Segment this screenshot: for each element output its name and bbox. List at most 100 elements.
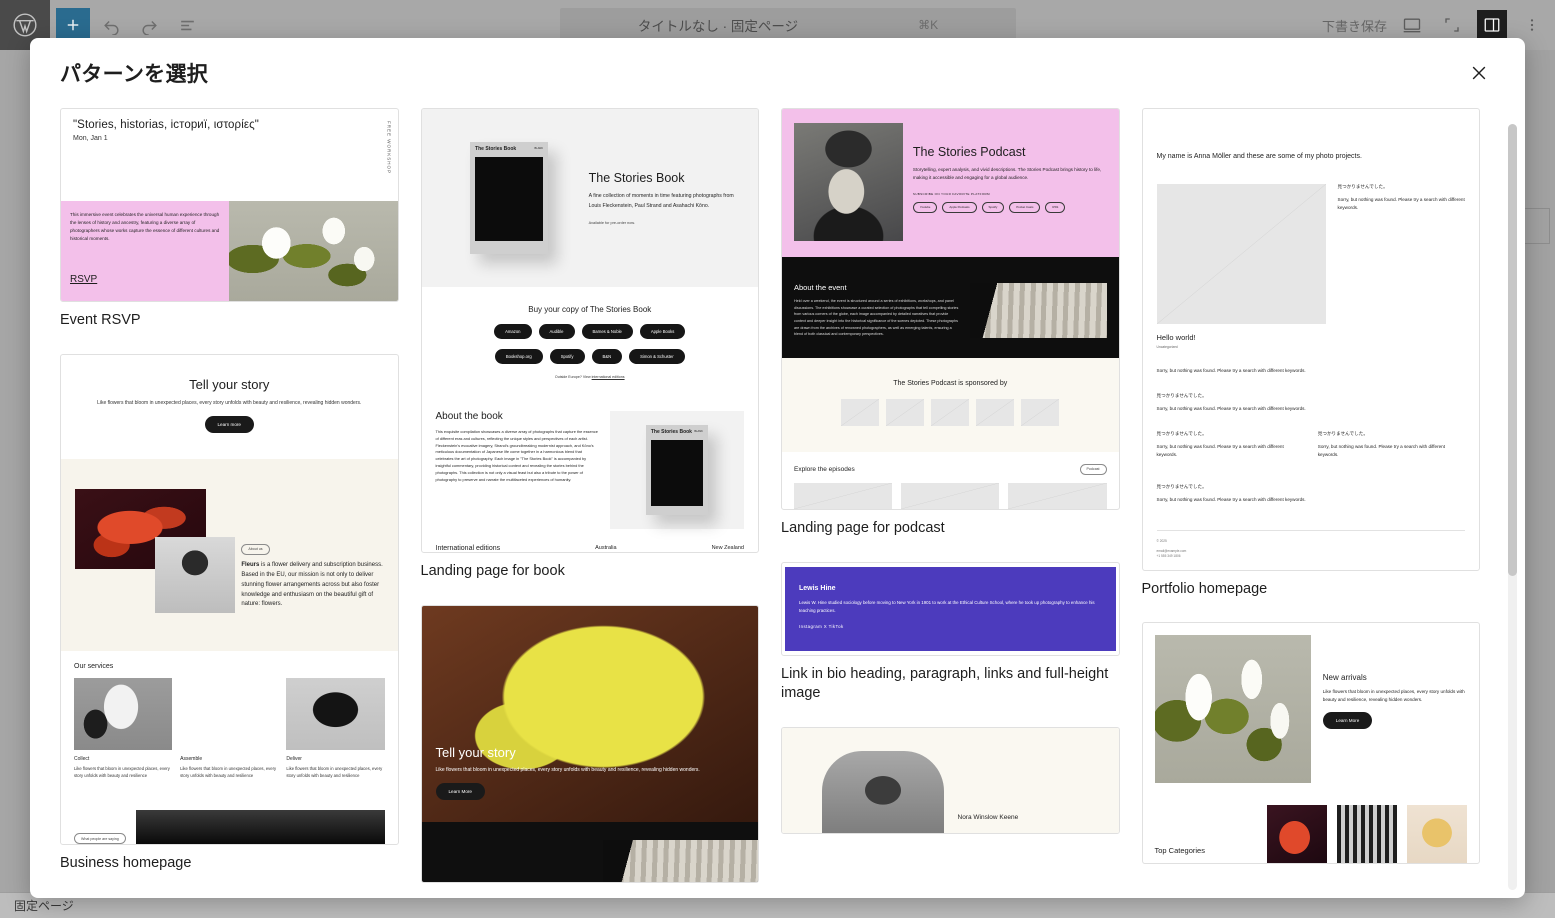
rsvp-heading: "Stories, historias, істориї, ιστορίες"	[73, 119, 259, 131]
biz-about-paragraph: Fleurs is a flower delivery and subscrip…	[241, 561, 383, 610]
pattern-card-new-arrivals[interactable]: New arrivals Like flowers that bloom in …	[1141, 622, 1480, 865]
portfolio-notfound-body: Sorry, but nothing was found. Please try…	[1156, 497, 1306, 503]
biz-testimonial-photo	[135, 810, 385, 845]
toolbar-left-group	[56, 8, 204, 42]
category-daisy-photo[interactable]	[1407, 805, 1468, 864]
book-buy-section: Buy your copy of The Stories Book Amazon…	[422, 287, 759, 393]
bio-link-tiktok[interactable]: TikTok	[829, 624, 844, 629]
bio-link-instagram[interactable]: Instagram	[799, 624, 822, 629]
portfolio-notfound-heading: 見つかりませんでした。	[1156, 392, 1207, 398]
platform-chip-apple-podcasts[interactable]: Apple Podcasts	[942, 201, 977, 213]
document-title-bar[interactable]: タイトルなし · 固定ページ ⌘K	[560, 8, 1016, 42]
bio-link-x[interactable]: X	[824, 624, 827, 629]
undo-button[interactable]	[94, 8, 128, 42]
pattern-preview: The Stories Book BLANK The Stories Book …	[420, 108, 759, 553]
platform-chip-spotify[interactable]: Spotify	[981, 201, 1005, 213]
biz-service-title: Assemble	[180, 756, 203, 763]
pattern-label: Landing page for podcast	[781, 519, 945, 536]
book-international-editions: International editions Australia New Zea…	[422, 539, 759, 552]
pattern-card-landing-page-podcast[interactable]: The Stories Podcast Storytelling, expert…	[781, 108, 1120, 538]
store-button-bookshop[interactable]: Bookshop.org	[494, 349, 543, 364]
store-button-bnn[interactable]: B&N	[591, 349, 623, 364]
book-outside-note: Outside Europe? View international editi…	[432, 375, 749, 379]
biz-bw-thistle-photo	[155, 537, 236, 614]
redo-button[interactable]	[132, 8, 166, 42]
fullscreen-icon[interactable]	[1437, 10, 1467, 40]
episode-thumb-placeholder	[794, 482, 893, 509]
biz-services-row: Collect Like flowers that bloom in unexp…	[74, 678, 385, 780]
biz-about-tag: About us	[241, 543, 270, 555]
store-button-apple-books[interactable]: Apple Books	[639, 324, 686, 339]
store-button-simon-schuster[interactable]: Simon & Schuster	[629, 349, 685, 364]
story-hero-photo: Tell your story Like flowers that bloom …	[421, 605, 758, 822]
desktop-preview-icon[interactable]	[1397, 10, 1427, 40]
story-heading: Tell your story	[435, 744, 516, 760]
book-about-heading: About the book	[435, 411, 503, 422]
pattern-card-link-in-bio[interactable]: Lewis Hine Lewis W. Hine studied sociolo…	[781, 561, 1120, 703]
pattern-card-event-rsvp[interactable]: "Stories, historias, істориї, ιστορίες" …	[60, 108, 399, 330]
podcast-sponsor-heading: The Stories Podcast is sponsored by	[893, 379, 1008, 387]
bio-links: Instagram X TikTok	[799, 624, 1102, 629]
biz-about-body: is a flower delivery and subscription bu…	[241, 562, 383, 608]
podcast-event-body: Held over a weekend, the event is struct…	[794, 299, 959, 337]
portfolio-post-title[interactable]: Hello world!	[1157, 333, 1466, 342]
biz-about-text: About us Fleurs is a flower delivery and…	[241, 481, 383, 631]
podcast-episodes-tag: Podcast	[1079, 463, 1107, 475]
book-intl-region-nz: New Zealand	[711, 545, 744, 551]
portfolio-notfound-block: 見つかりませんでした。 Sorry, but nothing was found…	[1157, 484, 1466, 504]
top-categories-heading: Top Categories	[1154, 846, 1205, 856]
book-outside-text: Outside Europe? View	[554, 375, 592, 379]
pattern-card-business-homepage[interactable]: Tell your story Like flowers that bloom …	[60, 353, 399, 873]
book-international-link[interactable]: international editions	[592, 375, 625, 379]
book-cover-art	[650, 439, 703, 506]
platform-chip-rss[interactable]: RSS	[1045, 201, 1066, 213]
episode-thumb-placeholder	[1008, 482, 1107, 509]
options-ellipsis-icon[interactable]	[1517, 10, 1547, 40]
store-button-spotify[interactable]: Spotify	[549, 349, 585, 364]
modal-scrollbar-thumb[interactable]	[1508, 124, 1517, 576]
story-learn-more-button[interactable]: Learn More	[435, 782, 485, 800]
portfolio-featured-placeholder	[1156, 184, 1326, 325]
pattern-preview: "Stories, historias, істориї, ιστορίες" …	[60, 108, 399, 302]
new-arrivals-learn-more-button[interactable]: Learn More	[1322, 711, 1373, 729]
biz-assemble-photo	[180, 678, 278, 750]
biz-service-item: Deliver Like flowers that bloom in unexp…	[286, 678, 385, 780]
settings-sidebar-icon[interactable]	[1477, 10, 1507, 40]
store-button-amazon[interactable]: Amazon	[494, 324, 532, 339]
story-body: Like flowers that bloom in unexpected pl…	[435, 766, 700, 773]
portfolio-notfound-body: Sorry, but nothing was found. Please try…	[1156, 405, 1306, 411]
category-cactus-photo[interactable]	[1337, 805, 1398, 864]
podcast-hero-info: The Stories Podcast Storytelling, expert…	[912, 123, 1107, 241]
store-button-audible[interactable]: Audible	[538, 324, 575, 339]
add-block-button[interactable]	[56, 8, 90, 42]
pattern-preview: Lewis Hine Lewis W. Hine studied sociolo…	[781, 561, 1120, 657]
close-icon[interactable]	[1461, 55, 1497, 91]
podcast-episodes-heading: Explore the episodes	[794, 465, 855, 473]
rsvp-cta-link[interactable]: RSVP	[70, 274, 97, 285]
pattern-selection-modal: パターンを選択 "Stories, historias, істориї, ισ…	[30, 38, 1525, 898]
rsvp-lily-photo	[229, 201, 398, 301]
podcast-event-text: About the event Held over a weekend, the…	[794, 283, 960, 338]
pattern-card-tell-your-story[interactable]: Tell your story Like flowers that bloom …	[420, 604, 759, 883]
save-draft-button[interactable]: 下書き保存	[1322, 16, 1387, 35]
rsvp-description: This immersive event celebrates the univ…	[70, 212, 220, 242]
portfolio-post-category: Uncategorized	[1156, 345, 1178, 350]
modal-header: パターンを選択	[30, 38, 1525, 108]
store-button-barnes-noble[interactable]: Barnes & Noble	[581, 324, 633, 339]
portfolio-notfound-block: 見つかりませんでした。 Sorry, but nothing was found…	[1157, 393, 1466, 413]
platform-chip-youtube[interactable]: Youtube	[912, 201, 938, 213]
category-anthurium-photo[interactable]	[1267, 805, 1328, 864]
pattern-card-nora-winslow-keene[interactable]: Nora Winslow Keene	[781, 726, 1120, 834]
biz-learn-more-button[interactable]: Learn more	[204, 416, 254, 434]
modal-scrollbar[interactable]	[1508, 124, 1517, 890]
pattern-card-portfolio-homepage[interactable]: My name is Anna Möller and these are som…	[1141, 108, 1480, 598]
biz-service-body: Like flowers that bloom in unexpected pl…	[74, 766, 170, 779]
book-hero: The Stories Book BLANK The Stories Book …	[421, 109, 758, 287]
pattern-card-landing-page-book[interactable]: The Stories Book BLANK The Stories Book …	[420, 108, 759, 581]
document-title: タイトルなし · 固定ページ	[637, 19, 799, 34]
pattern-preview: My name is Anna Möller and these are som…	[1141, 108, 1480, 571]
story-hero-caption: Tell your story Like flowers that bloom …	[435, 744, 700, 800]
list-view-button[interactable]	[170, 8, 204, 42]
pattern-grid-scroll-region[interactable]: "Stories, historias, істориї, ιστορίες" …	[30, 108, 1525, 898]
platform-chip-pocket-casts[interactable]: Pocket Casts	[1009, 201, 1041, 213]
